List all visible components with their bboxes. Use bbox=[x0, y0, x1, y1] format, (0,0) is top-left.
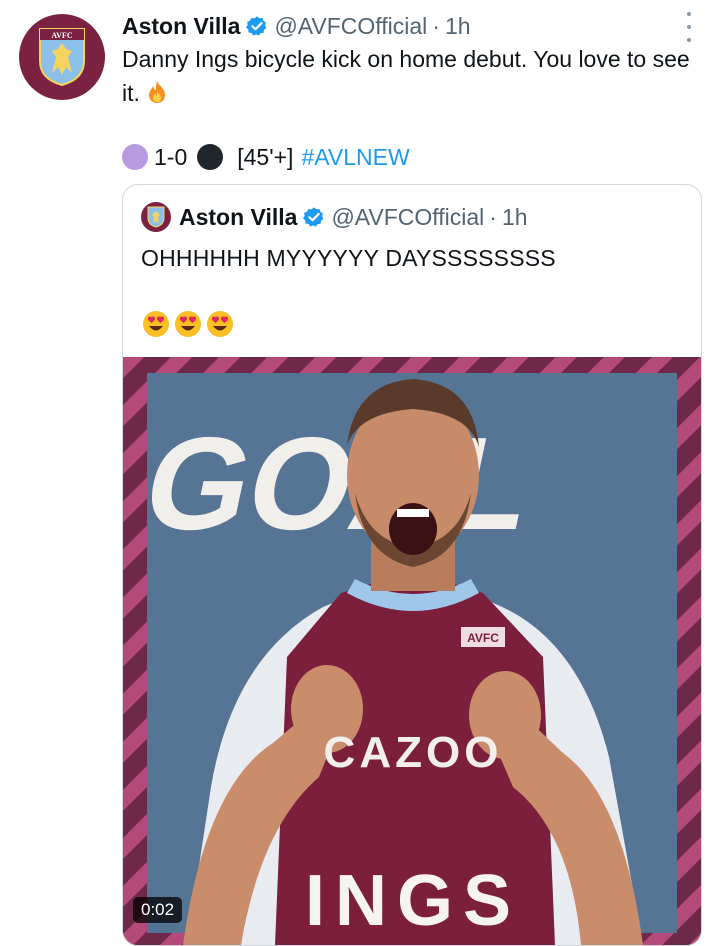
video-media[interactable]: GOAL AVFC CAZOO INGS 0:02 bbox=[123, 357, 701, 945]
meta-separator: · bbox=[489, 203, 497, 230]
quoted-tweet-text: OHHHHHH MYYYYYY DAYSSSSSSSS bbox=[141, 245, 556, 271]
shirt-crest: AVFC bbox=[467, 631, 499, 645]
tweet-time[interactable]: 1h bbox=[445, 13, 471, 40]
score-value: 1-0 bbox=[154, 143, 188, 170]
player-name: INGS bbox=[305, 861, 521, 941]
video-duration: 0:02 bbox=[133, 897, 183, 923]
quoted-author-name[interactable]: Aston Villa bbox=[179, 204, 297, 231]
media-headline: GOAL bbox=[132, 410, 545, 557]
match-minute: [45'+] bbox=[237, 143, 294, 170]
author-avatar[interactable]: AVFC bbox=[19, 14, 105, 100]
meta-separator: · bbox=[432, 12, 440, 39]
quoted-author-avatar[interactable] bbox=[141, 202, 171, 232]
hashtag-link[interactable]: #AVLNEW bbox=[301, 144, 409, 171]
quoted-author-handle[interactable]: @AVFCOfficial bbox=[331, 204, 484, 231]
away-team-circle-icon bbox=[197, 144, 224, 170]
author-name[interactable]: Aston Villa bbox=[122, 13, 240, 40]
heart-eyes-emoji-icon bbox=[175, 311, 201, 337]
home-team-circle-icon bbox=[122, 144, 148, 170]
club-crest-icon bbox=[147, 206, 165, 228]
tweet-body: Danny Ings bicycle kick on home debut. Y… bbox=[122, 46, 690, 106]
author-handle[interactable]: @AVFCOfficial bbox=[274, 13, 427, 40]
tweet-header: Aston Villa @AVFCOfficial · 1h bbox=[122, 10, 471, 42]
verified-badge-icon bbox=[246, 16, 267, 36]
fire-icon bbox=[148, 81, 165, 103]
emoji-row bbox=[141, 309, 235, 339]
club-crest-icon: AVFC bbox=[39, 28, 85, 87]
goal-graphic: GOAL AVFC CAZOO INGS bbox=[123, 357, 701, 945]
quoted-tweet-header: Aston Villa @AVFCOfficial · 1h bbox=[141, 201, 528, 233]
verified-badge-icon bbox=[303, 207, 324, 227]
shirt-sponsor: CAZOO bbox=[324, 728, 503, 777]
tweet-text: Danny Ings bicycle kick on home debut. Y… bbox=[122, 42, 702, 110]
heart-eyes-emoji-icon bbox=[143, 311, 169, 337]
more-options-icon[interactable] bbox=[684, 12, 694, 42]
quoted-tweet-time[interactable]: 1h bbox=[502, 204, 528, 231]
quoted-tweet[interactable]: Aston Villa @AVFCOfficial · 1h OHHHHHH M… bbox=[122, 184, 702, 946]
match-score: 1-0 [45'+] #AVLNEW bbox=[122, 140, 410, 174]
heart-eyes-emoji-icon bbox=[207, 311, 233, 337]
crest-text: AVFC bbox=[51, 31, 72, 40]
